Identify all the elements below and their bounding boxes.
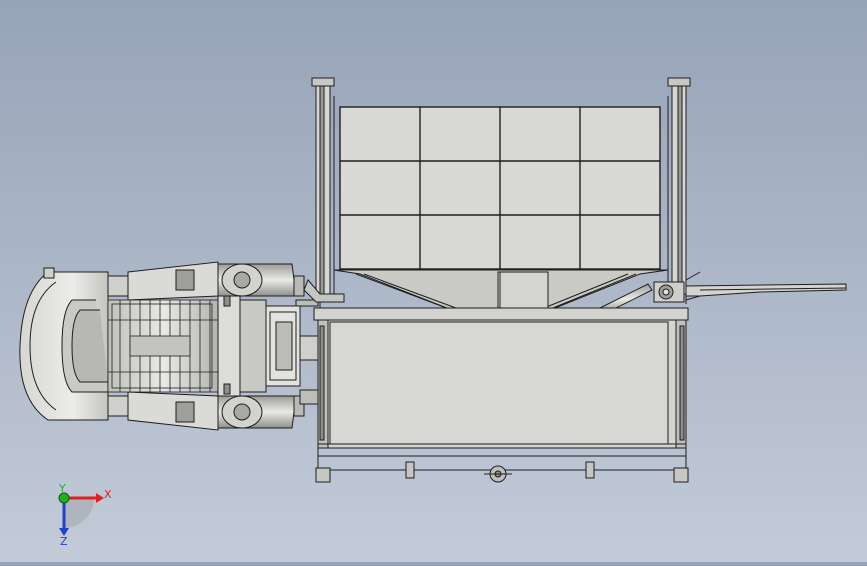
z-axis-label: Z: [60, 535, 68, 548]
y-axis-label: Y: [58, 482, 66, 495]
lower-container: [313, 307, 689, 483]
crusher-drum: [107, 299, 219, 393]
coordinate-triad-icon: X Y Z: [58, 482, 112, 548]
x-axis-label: X: [104, 488, 112, 501]
cad-viewport[interactable]: X Y Z: [0, 0, 867, 562]
cad-drawing: X Y Z: [19, 77, 847, 548]
extension-boom: [685, 283, 847, 301]
panel-grid: [339, 106, 661, 270]
